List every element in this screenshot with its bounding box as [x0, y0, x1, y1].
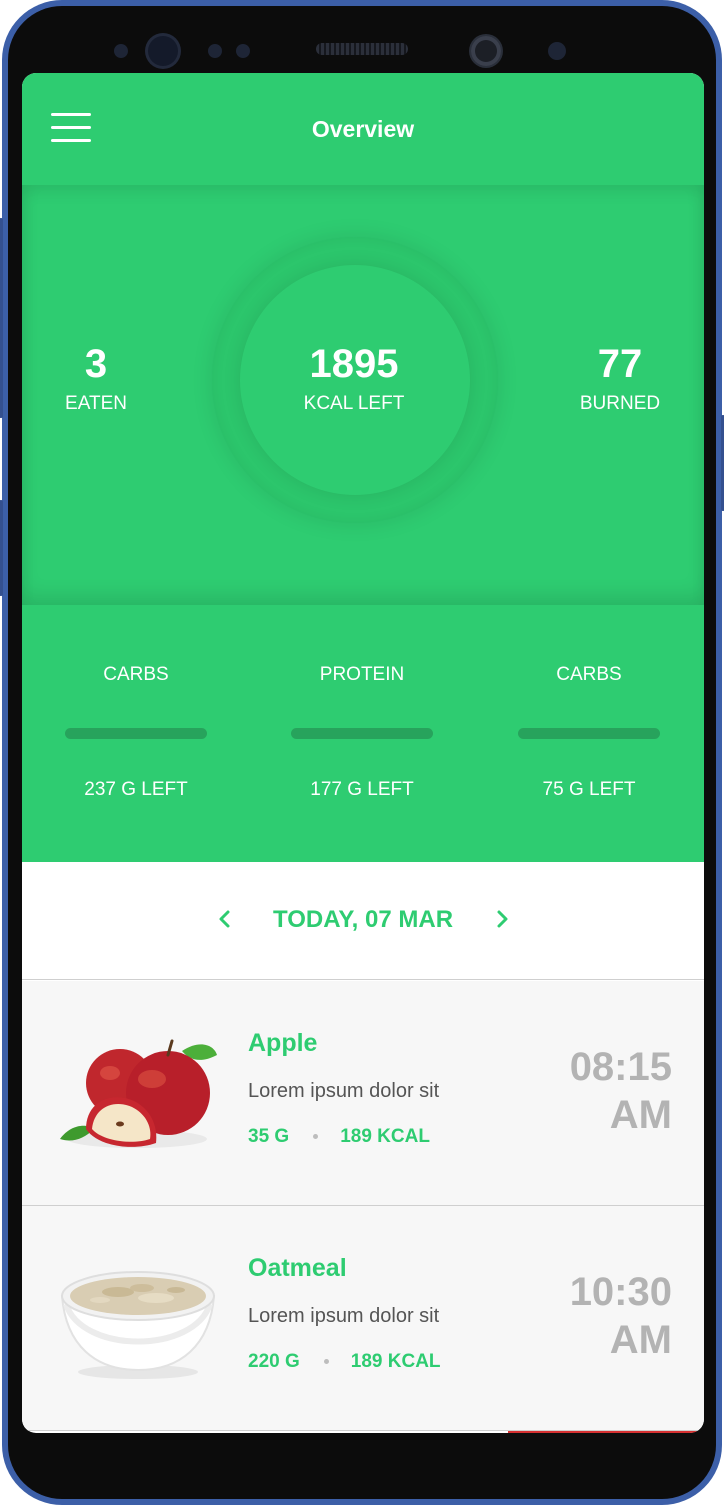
front-sensor [114, 44, 128, 58]
meal-time-ampm: AM [609, 1093, 672, 1137]
burned-label: BURNED [579, 393, 661, 414]
meal-time-clock: 08:15 [569, 1045, 672, 1089]
meal-time: 10:30 AM [542, 1268, 672, 1364]
page-title: Overview [311, 116, 415, 142]
chevron-right-icon[interactable] [489, 904, 515, 934]
macro-progress-bar [65, 728, 207, 739]
meal-item[interactable]: Apple Lorem ipsum dolor sit 35 G 189 KCAL… [22, 981, 704, 1206]
macro-progress-bar [518, 728, 660, 739]
separator-dot [313, 1134, 319, 1140]
kcal-left-stat: 1895 KCAL LEFT [284, 342, 424, 416]
iris-camera [471, 36, 501, 66]
date-navigator: TODAY, 07 MAR [22, 862, 704, 980]
meal-time-ampm: AM [609, 1318, 672, 1362]
meal-meta: 220 G 189 KCAL [248, 1350, 441, 1374]
macro-name: CARBS [556, 664, 622, 685]
meal-time: 08:15 AM [542, 1043, 672, 1139]
macro-remaining: 177 G LEFT [310, 779, 414, 800]
apple-image [52, 1021, 222, 1161]
eaten-value: 3 [84, 342, 108, 386]
meal-time-clock: 10:30 [569, 1270, 672, 1314]
app-screen: Overview 3 EATEN 1895 KCAL LEFT 77 BURNE… [22, 73, 704, 1433]
bixby-button [0, 500, 3, 596]
burned-value: 77 [597, 342, 643, 386]
meal-description: Lorem ipsum dolor sit [248, 1080, 440, 1102]
kcal-left-label: KCAL LEFT [303, 393, 405, 414]
burned-stat: 77 BURNED [570, 342, 670, 416]
bottom-accent-strip [508, 1431, 704, 1433]
earpiece-speaker [316, 43, 408, 55]
meal-weight: 220 G [248, 1351, 300, 1372]
front-sensor [548, 42, 566, 60]
volume-button [0, 218, 3, 418]
meal-kcal: 189 KCAL [350, 1351, 441, 1372]
meal-weight: 35 G [248, 1126, 290, 1147]
current-date: TODAY, 07 MAR [272, 906, 454, 933]
macro-progress-bar [291, 728, 433, 739]
macro-name: CARBS [103, 664, 169, 685]
meal-kcal: 189 KCAL [340, 1126, 430, 1147]
front-sensor [208, 44, 222, 58]
macro-remaining: 75 G LEFT [542, 779, 636, 800]
meal-meta: 35 G 189 KCAL [248, 1125, 430, 1149]
macros-panel: CARBS 237 G LEFT PROTEIN 177 G LEFT CARB… [22, 605, 704, 862]
calorie-summary: 3 EATEN 1895 KCAL LEFT 77 BURNED [22, 185, 704, 605]
oatmeal-image [52, 1246, 222, 1386]
front-camera [148, 36, 178, 66]
front-sensor [236, 44, 250, 58]
meal-name: Oatmeal [248, 1254, 347, 1282]
macro-name: PROTEIN [319, 664, 405, 685]
eaten-label: EATEN [65, 393, 127, 414]
app-bar: Overview [22, 73, 704, 185]
meal-name: Apple [248, 1029, 318, 1057]
eaten-stat: 3 EATEN [44, 342, 148, 416]
meal-item[interactable]: Oatmeal Lorem ipsum dolor sit 220 G 189 K… [22, 1206, 704, 1431]
separator-dot [323, 1359, 329, 1365]
kcal-left-value: 1895 [309, 342, 399, 386]
macro-remaining: 237 G LEFT [84, 779, 188, 800]
meal-description: Lorem ipsum dolor sit [248, 1305, 440, 1327]
